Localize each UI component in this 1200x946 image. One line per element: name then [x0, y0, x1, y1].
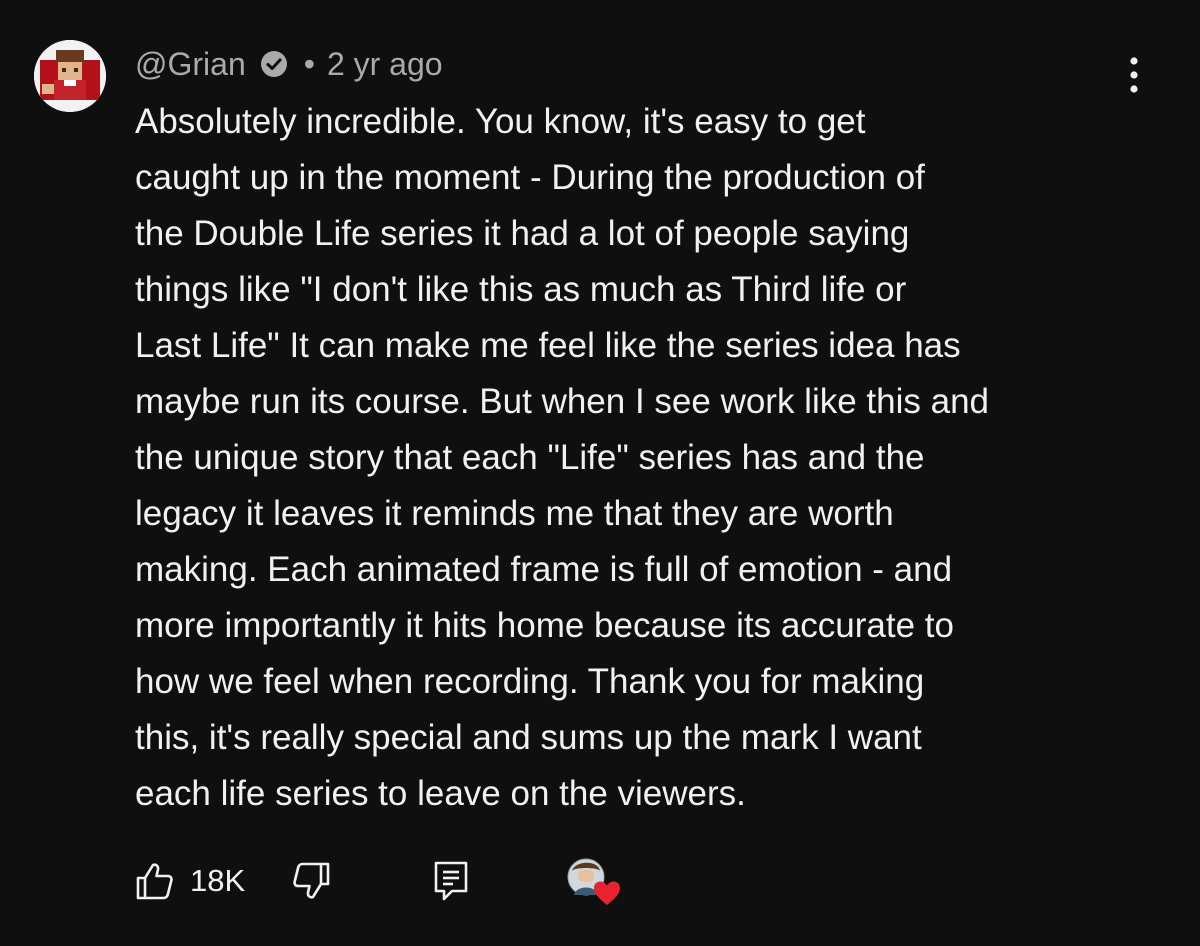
comment-text-line: Absolutely incredible. You know, it's ea… [135, 102, 866, 141]
comment-text-line: each life series to leave on the viewers… [135, 774, 746, 813]
creator-heart-icon [567, 858, 620, 905]
thumbs-up-icon [136, 863, 173, 900]
verified-check-icon [258, 48, 290, 80]
dislike-button[interactable] [290, 853, 332, 909]
comment-text-line: the unique story that each "Life" series… [135, 438, 925, 477]
comment-text-line: legacy it leaves it reminds me that they… [135, 494, 894, 533]
comment-text-line: Last Life" It can make me feel like the … [135, 326, 961, 365]
meta-separator: • [303, 45, 315, 82]
comment-text-line: this, it's really special and sums up th… [135, 718, 922, 757]
reply-comment-icon [434, 861, 468, 901]
comment-thread: @Grian • 2 yr ago Absolutely incredible.… [0, 0, 1200, 946]
thumbs-down-icon [293, 862, 330, 899]
comment-header: @Grian • 2 yr ago [135, 42, 443, 86]
comment-action-bar: 18K [134, 853, 834, 909]
grian-avatar-icon [34, 40, 106, 112]
comment-text-line: making. Each animated frame is full of e… [135, 550, 953, 589]
comment-text-line: more importantly it hits home because it… [135, 606, 954, 645]
comment-text-line: how we feel when recording. Thank you fo… [135, 662, 925, 701]
comment-text-line: things like "I don't like this as much a… [135, 270, 907, 309]
comment-text-line: caught up in the moment - During the pro… [135, 158, 925, 197]
author-handle[interactable]: @Grian [135, 46, 246, 83]
comment-timestamp[interactable]: 2 yr ago [327, 46, 443, 83]
like-count: 18K [190, 863, 246, 898]
creator-heart-badge [564, 855, 626, 907]
comment-text-line: maybe run its course. But when I see wor… [135, 382, 990, 421]
comment-text: Absolutely incredible. You know, it's ea… [135, 94, 1135, 822]
reply-button[interactable] [430, 853, 472, 909]
author-avatar[interactable] [34, 40, 106, 112]
like-button[interactable]: 18K [134, 853, 245, 909]
comment-text-line: the Double Life series it had a lot of p… [135, 214, 910, 253]
